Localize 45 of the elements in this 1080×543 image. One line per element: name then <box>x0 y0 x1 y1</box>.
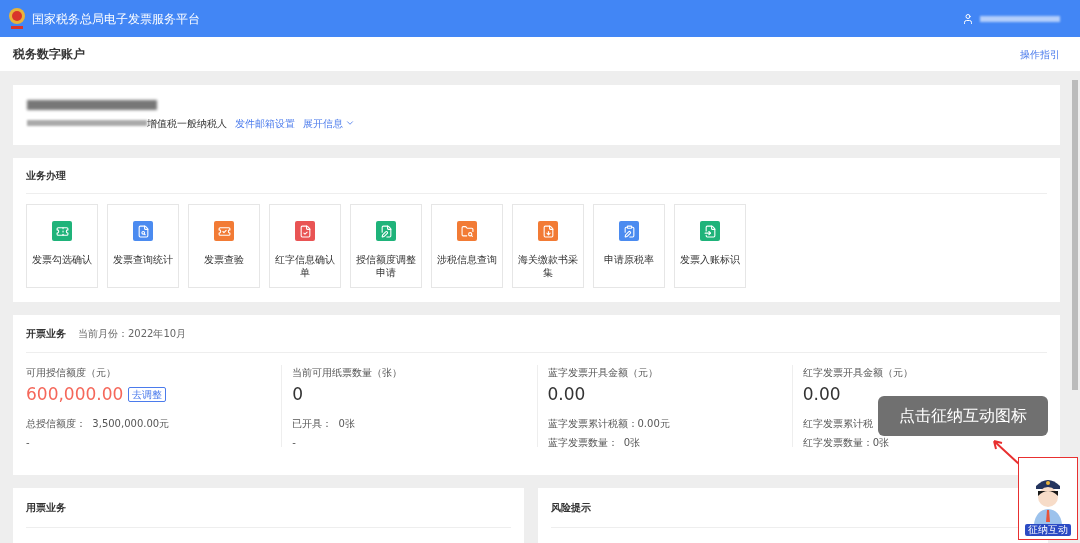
assistant-badge: 征纳互动 <box>1025 524 1071 536</box>
stat-detail: - <box>292 435 296 450</box>
taxpayer-type: 增值税一般纳税人 <box>147 116 227 131</box>
guide-link[interactable]: 操作指引 <box>1020 46 1060 62</box>
stat-label: 可用授信额度（元） <box>26 366 117 380</box>
stat-detail: 已开具： 0张 <box>292 416 355 431</box>
service-tile[interactable]: 红字信息确认单 <box>269 204 341 288</box>
service-tile[interactable]: 发票入账标识 <box>674 204 746 288</box>
service-tile[interactable]: 发票勾选确认 <box>26 204 98 288</box>
chevron-down-icon <box>345 118 355 128</box>
section-title: 业务办理 <box>26 169 66 183</box>
service-tile[interactable]: 申请原税率 <box>593 204 665 288</box>
current-month: 当前月份：2022年10月 <box>78 327 187 341</box>
adjust-button[interactable]: 去调整 <box>128 387 167 403</box>
stat-detail: 红字发票累计税 <box>802 416 873 431</box>
page-title: 税务数字账户 <box>13 46 85 63</box>
stat-value: 0.00 <box>547 383 586 406</box>
section-title: 用票业务 <box>26 501 66 515</box>
stat-label: 当前可用纸票数量（张） <box>292 366 404 380</box>
scrollbar[interactable] <box>1072 80 1078 390</box>
service-tile[interactable]: 发票查询统计 <box>107 204 179 288</box>
email-settings-link[interactable]: 发件邮箱设置 <box>235 115 295 131</box>
platform-title: 国家税务总局电子发票服务平台 <box>32 10 200 28</box>
stat-detail: 蓝字发票数量： 0张 <box>547 435 641 450</box>
stat-label: 蓝字发票开具金额（元） <box>547 366 659 380</box>
stat-value: 0 <box>292 383 304 406</box>
stat-detail: - <box>26 435 30 450</box>
pointer-arrow <box>990 437 1020 465</box>
service-tile[interactable]: 涉税信息查询 <box>431 204 503 288</box>
stat-detail: 红字发票数量：0张 <box>802 435 890 450</box>
expand-link[interactable]: 展开信息 <box>303 115 355 131</box>
section-title: 开票业务 <box>26 327 66 341</box>
service-tile[interactable]: 授信额度调整申请 <box>350 204 422 288</box>
emblem-icon <box>8 6 26 31</box>
stat-label: 红字发票开具金额（元） <box>802 366 914 380</box>
stat-detail: 总授信额度： 3,500,000.00元 <box>26 416 170 431</box>
assistant-button[interactable]: 征纳互动 <box>1018 457 1078 540</box>
stat-value: 600,000.00 <box>26 383 124 406</box>
stat-value: 0.00 <box>802 383 841 406</box>
service-tile[interactable]: 发票查验 <box>188 204 260 288</box>
tooltip: 点击征纳互动图标 <box>878 396 1048 436</box>
user-icon[interactable] <box>962 12 974 25</box>
stat-detail: 蓝字发票累计税额：0.00元 <box>547 416 670 431</box>
section-title: 风险提示 <box>550 501 591 515</box>
service-tile[interactable]: 海关缴款书采集 <box>512 204 584 288</box>
